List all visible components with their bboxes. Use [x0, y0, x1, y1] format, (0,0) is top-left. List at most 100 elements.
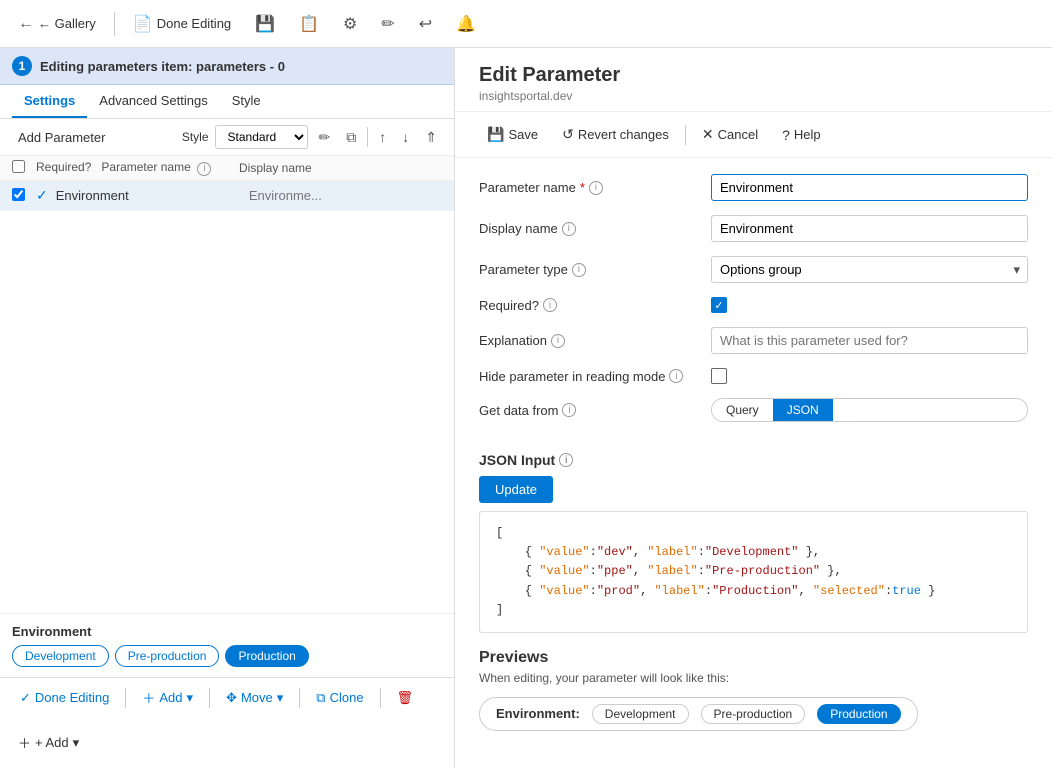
right-toolbar: 💾 Save ↺ Revert changes ✕ Cancel ? Help [455, 112, 1052, 158]
left-tabs: Settings Advanced Settings Style [0, 85, 454, 119]
toggle-query[interactable]: Query [712, 399, 773, 421]
preview-pill-development[interactable]: Development [592, 704, 689, 724]
hide-param-info[interactable]: i [669, 369, 683, 383]
form-row-param-type: Parameter type i Options group Text Drop… [479, 256, 1028, 283]
bell-icon: 🔔 [456, 14, 476, 34]
done-editing-label: Done Editing [157, 16, 231, 31]
form-body: Parameter name * i Display name i [455, 158, 1052, 452]
bottom-sep-4 [380, 688, 381, 708]
env-pill-preproduction[interactable]: Pre-production [115, 645, 220, 667]
gallery-label: ← Gallery [38, 16, 96, 31]
required-info[interactable]: i [543, 298, 557, 312]
copy-param-button[interactable]: ⧉ [341, 126, 361, 149]
json-section: JSON Input i Update [ { "value":"dev", "… [455, 452, 1052, 649]
tab-advanced-settings[interactable]: Advanced Settings [87, 85, 219, 118]
param-name-input[interactable] [711, 174, 1028, 201]
label-required: Required? i [479, 298, 699, 313]
undo-icon-button[interactable]: ↩ [413, 10, 438, 38]
preview-section: Previews When editing, your parameter wi… [455, 649, 1052, 747]
bottom-sep-3 [299, 688, 300, 708]
move-top-button[interactable]: ⇑ [420, 126, 442, 149]
row-param-name: Environment [56, 188, 249, 203]
display-name-input[interactable] [711, 215, 1028, 242]
label-data-source: Get data from i [479, 403, 699, 418]
required-checkbox[interactable]: ✓ [711, 297, 727, 313]
bottom-add-button[interactable]: ＋ Add ▾ [134, 684, 201, 711]
edit-doc-icon: 📄 [133, 14, 153, 34]
bottom-move-button[interactable]: ✥ Move ▾ [218, 686, 291, 710]
separator-1 [114, 12, 115, 36]
display-name-info[interactable]: i [562, 222, 576, 236]
toggle-json[interactable]: JSON [773, 399, 833, 421]
help-button[interactable]: ? Help [774, 123, 829, 147]
edit-param-button[interactable]: ✏ [314, 126, 336, 149]
table-row[interactable]: ✓ Environment Environme... [0, 181, 454, 211]
param-name-info[interactable]: i [589, 181, 603, 195]
tab-settings[interactable]: Settings [12, 85, 87, 118]
label-param-type: Parameter type i [479, 262, 699, 277]
left-panel: 1 Editing parameters item: parameters - … [0, 48, 455, 768]
env-section-label: Environment [12, 624, 442, 639]
move-down-button[interactable]: ↓ [397, 126, 414, 148]
select-all-checkbox[interactable] [12, 160, 25, 173]
right-header: Edit Parameter insightsportal.dev [455, 48, 1052, 112]
bell-icon-button[interactable]: 🔔 [450, 10, 482, 38]
style-section: Style Standard Pills Dropdown [182, 125, 308, 149]
save-button[interactable]: 💾 Save [479, 122, 546, 147]
form-row-display-name: Display name i [479, 215, 1028, 242]
param-header-row: Required? Parameter name i Display name [0, 156, 454, 181]
row-tick-icon: ✓ [36, 187, 48, 204]
gallery-button[interactable]: ← ← Gallery [12, 11, 102, 37]
hide-param-checkbox[interactable] [711, 368, 727, 384]
header-required: Required? Parameter name i [36, 160, 239, 176]
edit-icon-button[interactable]: ✏ [375, 10, 400, 38]
row-checkbox[interactable] [12, 188, 25, 201]
label-display-name: Display name i [479, 221, 699, 236]
json-info-icon[interactable]: i [559, 453, 573, 467]
gear-icon: ⚙ [343, 14, 357, 34]
param-type-info[interactable]: i [572, 263, 586, 277]
param-name-control [711, 174, 1028, 201]
display-name-control [711, 215, 1028, 242]
form-row-required: Required? i ✓ [479, 297, 1028, 313]
help-icon: ? [782, 127, 790, 143]
add-parameter-button[interactable]: Add Parameter [12, 126, 111, 149]
param-type-select[interactable]: Options group Text Dropdown [711, 256, 1028, 283]
add-parameter-label: Add Parameter [18, 130, 105, 145]
update-button[interactable]: Update [479, 476, 553, 503]
explanation-input[interactable] [711, 327, 1028, 354]
revert-icon: ↺ [562, 126, 574, 143]
toolbar-sep [367, 127, 368, 147]
revert-button[interactable]: ↺ Revert changes [554, 122, 677, 147]
explanation-info[interactable]: i [551, 334, 565, 348]
copy-icon-button[interactable]: 📋 [293, 10, 325, 38]
label-param-name: Parameter name * i [479, 180, 699, 195]
bottom-delete-button[interactable]: 🗑 [389, 686, 422, 710]
add-button[interactable]: ＋ + Add ▾ [12, 729, 85, 756]
bottom-done-editing-button[interactable]: ✓ Done Editing [12, 686, 117, 710]
save-icon-button[interactable]: 💾 [249, 10, 281, 38]
param-toolbar: Add Parameter Style Standard Pills Dropd… [0, 119, 454, 156]
preview-pill-preproduction[interactable]: Pre-production [701, 704, 806, 724]
bottom-clone-button[interactable]: ⧉ Clone [308, 686, 371, 710]
cancel-button[interactable]: ✕ Cancel [694, 122, 766, 147]
move-up-button[interactable]: ↑ [374, 126, 391, 148]
preview-pill-production[interactable]: Production [817, 704, 900, 724]
preview-env-label: Environment: [496, 706, 580, 721]
env-pill-development[interactable]: Development [12, 645, 109, 667]
pencil-icon: ✏ [381, 14, 394, 34]
param-name-info-icon[interactable]: i [197, 162, 211, 176]
env-pill-production[interactable]: Production [225, 645, 308, 667]
bottom-sep-2 [209, 688, 210, 708]
data-source-info[interactable]: i [562, 403, 576, 417]
copy-icon: 📋 [299, 14, 319, 34]
bottom-sep-1 [125, 688, 126, 708]
json-editor[interactable]: [ { "value":"dev", "label":"Development"… [479, 511, 1028, 633]
style-select[interactable]: Standard Pills Dropdown [215, 125, 308, 149]
done-editing-button[interactable]: 📄 Done Editing [127, 10, 237, 38]
tab-style[interactable]: Style [220, 85, 273, 118]
settings-icon-button[interactable]: ⚙ [337, 10, 363, 38]
form-row-data-source: Get data from i Query JSON [479, 398, 1028, 422]
required-control: ✓ [711, 297, 1028, 313]
right-subtitle: insightsportal.dev [479, 89, 1028, 103]
